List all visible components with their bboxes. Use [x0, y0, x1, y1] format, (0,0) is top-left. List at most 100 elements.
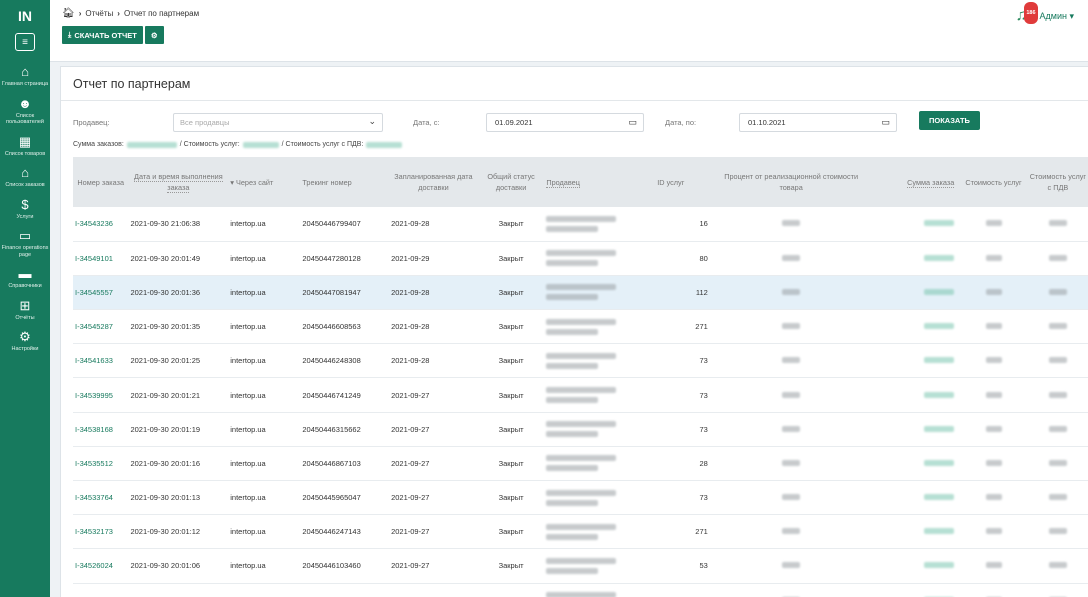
order-via: intertop.ua: [228, 377, 301, 413]
bell-icon[interactable]: ♫ 186: [1012, 2, 1038, 26]
service-cost: [960, 548, 1027, 584]
order-sum: [860, 548, 961, 584]
sidebar-item-label: Отчёты: [15, 314, 35, 321]
delivery-status: Закрыт: [477, 241, 545, 276]
table-row[interactable]: I-34538168 2021-09-30 20:01:19 intertop.ua…: [73, 412, 1088, 447]
order-no-link[interactable]: I-34541633: [73, 343, 129, 379]
service-cost-vat: [1026, 446, 1088, 482]
order-no-link[interactable]: I-34532173: [73, 514, 129, 550]
date-to-label: Дата, по:: [665, 118, 697, 127]
finance-icon: ▭: [18, 228, 32, 243]
calendar-icon: ▭: [881, 117, 890, 127]
settings-button[interactable]: ⚙: [144, 26, 164, 44]
order-no-link[interactable]: I-34545287: [73, 309, 129, 345]
menu-toggle-icon[interactable]: ≡: [15, 33, 35, 51]
order-datetime: 2021-09-30 20:01:35: [128, 309, 229, 345]
order-no-link[interactable]: I-34539995: [73, 377, 129, 413]
sidebar-item-store[interactable]: ▦ Список товаров: [0, 131, 50, 163]
services-sum-label: / Стоимость услуг:: [179, 141, 240, 148]
download-report-button[interactable]: ⤓ СКАЧАТЬ ОТЧЕТ: [62, 26, 143, 44]
col-datetime-label: Дата и время выполнения заказа: [134, 172, 223, 193]
order-no-link[interactable]: I-34535512: [73, 446, 129, 482]
seller-name: [544, 583, 656, 597]
planned-date: 2021-09-28: [389, 343, 478, 379]
service-id: 73: [655, 377, 722, 413]
delivery-status: Закрыт: [477, 309, 545, 345]
sidebar-item-users[interactable]: ☻ Список пользователей: [0, 93, 50, 131]
sidebar-item-reports[interactable]: ⊞ Отчёты: [0, 295, 50, 327]
col-service-cost[interactable]: Стоимость услуг: [960, 157, 1027, 207]
sidebar-item-home[interactable]: ⌂ Главная страница: [0, 61, 50, 93]
col-percent[interactable]: Процент от реализационной стоимости това…: [721, 157, 861, 207]
order-no-link[interactable]: I-34526024: [73, 548, 129, 584]
service-cost: [960, 241, 1027, 276]
order-no-link[interactable]: I-34543236: [73, 207, 129, 242]
service-id: 28: [655, 446, 722, 482]
table-row[interactable]: I-34545557 2021-09-30 20:01:36 intertop.ua…: [73, 275, 1088, 311]
col-order-no[interactable]: Номер заказа: [73, 157, 129, 207]
partners-table: Номер заказа Дата и время выполнения зак…: [73, 157, 1088, 597]
table-row[interactable]: I-34533764 2021-09-30 20:01:13 intertop.ua…: [73, 480, 1088, 516]
percent-value: [721, 309, 861, 345]
col-seller[interactable]: Продавец: [544, 157, 656, 207]
logo[interactable]: IN: [0, 0, 50, 30]
order-no-link[interactable]: I-34545557: [73, 275, 129, 311]
col-sum[interactable]: Сумма заказа: [860, 157, 961, 207]
col-service-id[interactable]: ID услуг: [655, 157, 722, 207]
table-row[interactable]: I-34545287 2021-09-30 20:01:35 intertop.ua…: [73, 309, 1088, 345]
order-via: intertop.ua: [228, 412, 301, 447]
breadcrumb-item-reports[interactable]: Отчёты: [85, 9, 113, 18]
table-row[interactable]: I-34549101 2021-09-30 20:01:49 intertop.ua…: [73, 241, 1088, 276]
seller-label: Продавец:: [73, 118, 110, 127]
service-id: 271: [655, 309, 722, 345]
sidebar-item-services[interactable]: $ Услуги: [0, 194, 50, 226]
percent-value: [721, 446, 861, 482]
table-row[interactable]: I-34543236 2021-09-30 21:06:38 intertop.ua…: [73, 207, 1088, 242]
user-menu[interactable]: Админ ▾: [1040, 11, 1074, 22]
order-sum: [860, 583, 961, 597]
seller-name: [544, 241, 656, 276]
col-datetime[interactable]: Дата и время выполнения заказа: [128, 157, 229, 207]
sidebar-item-book[interactable]: ▬ Справочники: [0, 263, 50, 295]
seller-select[interactable]: Все продавцы ⌄: [173, 113, 383, 132]
show-button[interactable]: ПОКАЗАТЬ: [919, 111, 980, 130]
table-row[interactable]: I-34535512 2021-09-30 20:01:16 intertop.ua…: [73, 446, 1088, 482]
order-no-link[interactable]: I-34549101: [73, 241, 129, 276]
col-tracking[interactable]: Трекинг номер: [300, 157, 390, 207]
table-row[interactable]: I-345025412021-09-30 20:00:51intertop.ua…: [73, 583, 1088, 597]
delivery-status: Закрыт: [477, 377, 545, 413]
table-row[interactable]: I-34539995 2021-09-30 20:01:21 intertop.ua…: [73, 377, 1088, 413]
col-planned[interactable]: Запланированная дата доставки: [389, 157, 478, 207]
table-row[interactable]: I-34526024 2021-09-30 20:01:06 intertop.ua…: [73, 548, 1088, 584]
date-to-input[interactable]: 01.10.2021 ▭: [739, 113, 897, 132]
service-cost: [960, 377, 1027, 413]
seller-name: [544, 548, 656, 584]
percent-value: [721, 412, 861, 447]
table-row[interactable]: I-34541633 2021-09-30 20:01:25 intertop.ua…: [73, 343, 1088, 379]
service-cost: [960, 207, 1027, 242]
home-icon[interactable]: 🏠︎: [62, 8, 75, 19]
sidebar-item-settings[interactable]: ⚙ Настройки: [0, 326, 50, 358]
chevron-down-icon: ⌄: [368, 116, 376, 126]
report-card: Отчет по партнерам Продавец: Все продавц…: [60, 66, 1088, 597]
col-via[interactable]: ▾ Через сайт: [228, 157, 301, 207]
tracking-number: 20450446799407: [300, 207, 390, 242]
planned-date: 2021-09-27: [389, 480, 478, 516]
order-no-link[interactable]: I-34533764: [73, 480, 129, 516]
users-icon: ☻: [18, 95, 32, 111]
order-no-link[interactable]: I-34538168: [73, 412, 129, 447]
table-row[interactable]: I-34532173 2021-09-30 20:01:12 intertop.ua…: [73, 514, 1088, 550]
service-id: 73: [655, 343, 722, 379]
service-cost: [960, 446, 1027, 482]
tracking-number: 20450446248308: [300, 343, 390, 379]
col-status[interactable]: Общий статус доставки: [477, 157, 545, 207]
percent-value: [721, 514, 861, 550]
sidebar-item-orders[interactable]: ⌂ Список заказов: [0, 162, 50, 194]
date-from-input[interactable]: 01.09.2021 ▭: [486, 113, 644, 132]
planned-date: 2021-09-27: [389, 446, 478, 482]
order-via: intertop.ua: [228, 309, 301, 345]
sidebar-item-finance[interactable]: ▭ Finance operations page: [0, 225, 50, 263]
service-cost: [960, 275, 1027, 311]
col-service-cost-vat[interactable]: Стоимость услуг с ПДВ: [1026, 157, 1088, 207]
order-no-link[interactable]: I-34502541: [73, 583, 129, 597]
